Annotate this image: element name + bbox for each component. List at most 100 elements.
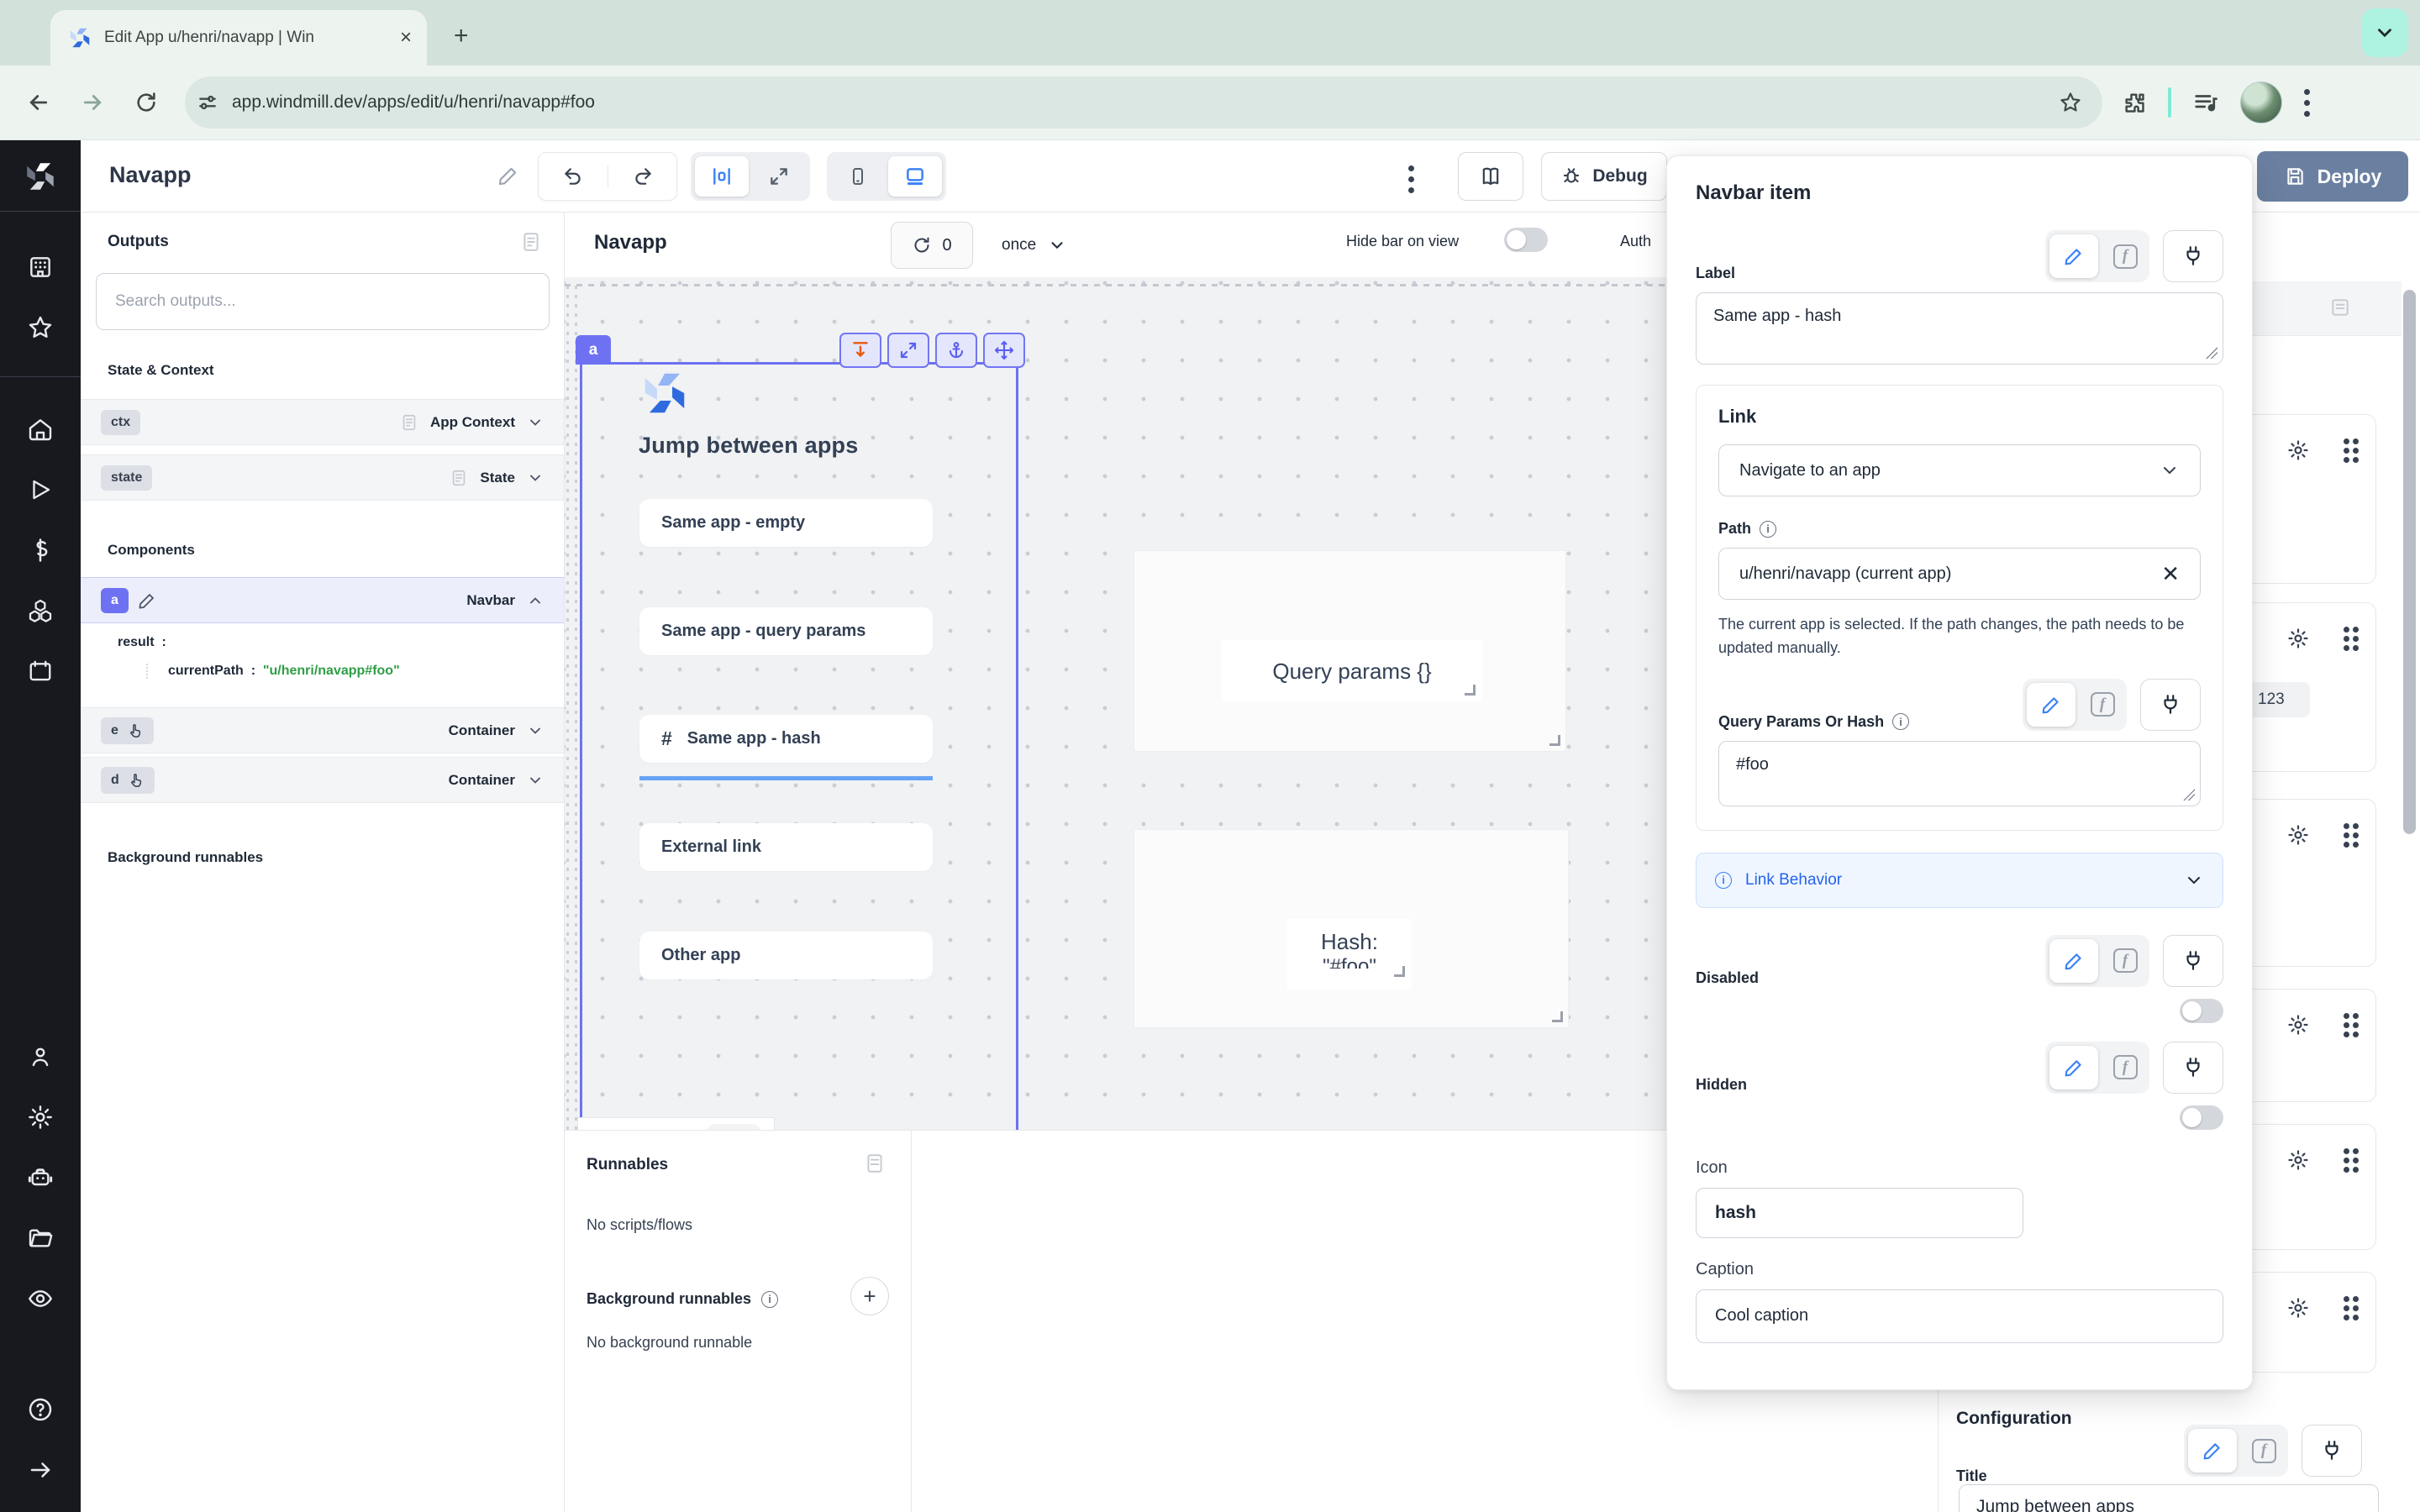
state-row[interactable]: state State [81,454,564,501]
query-params-container[interactable]: Query params {} [1134,550,1566,752]
static-editor-button[interactable] [2049,939,2098,983]
link-behavior-disclosure[interactable]: i Link Behavior [1696,853,2223,908]
container-e-row[interactable]: e Container [81,707,564,753]
resize-grip[interactable] [1465,685,1476,696]
forward-icon[interactable] [66,90,119,115]
redo-button[interactable] [608,165,676,187]
tab-search-chevron-button[interactable] [2361,8,2408,57]
nav-item-query-params[interactable]: Same app - query params [639,607,933,655]
gear-icon[interactable] [2286,1013,2310,1037]
qpoh-textarea[interactable]: #foo [1718,741,2201,806]
gear-icon[interactable] [2286,1148,2310,1172]
resize-grip[interactable] [2206,347,2217,359]
centered-layout-button[interactable] [695,156,749,197]
icon-input[interactable]: hash [1696,1188,2023,1238]
connect-plug-button[interactable] [2302,1425,2362,1477]
hide-bar-toggle[interactable] [1504,228,1548,252]
zoom-in-button[interactable]: + [707,1124,760,1130]
expression-editor-button[interactable]: f [2082,685,2123,725]
back-icon[interactable] [12,90,66,115]
media-playlist-icon[interactable] [2193,90,2218,115]
expression-editor-button[interactable]: f [2105,1047,2145,1088]
connect-plug-button[interactable] [2163,230,2223,282]
url-text[interactable]: app.windmill.dev/apps/edit/u/henri/navap… [232,92,2045,113]
docs-button[interactable] [1458,152,1523,201]
browser-menu-icon[interactable] [2304,84,2311,122]
resize-grip[interactable] [1394,966,1405,977]
new-tab-button[interactable]: + [454,22,469,50]
sidebar-expand-icon[interactable] [0,1440,81,1500]
info-icon[interactable]: i [1760,521,1776,538]
expression-editor-button[interactable]: f [2105,941,2145,981]
expression-editor-button[interactable]: f [2244,1431,2284,1471]
desktop-view-button[interactable] [888,156,942,197]
toolbar-menu-icon[interactable] [1408,160,1415,198]
browser-tab[interactable]: Edit App u/henri/navapp | Win × [50,10,427,66]
container-d-row[interactable]: d Container [81,757,564,803]
sidebar-item-favorites[interactable] [0,297,81,358]
link-type-select[interactable]: Navigate to an app [1718,444,2201,496]
nav-item-other-app[interactable]: Other app [639,932,933,979]
windmill-logo[interactable] [23,159,58,194]
panel-doc-icon[interactable] [520,231,542,253]
anchor-icon[interactable] [935,333,977,368]
nav-item-hash[interactable]: # Same app - hash [639,715,933,763]
debug-button[interactable]: Debug [1541,152,1667,201]
undo-button[interactable] [539,165,608,187]
edit-pencil-icon[interactable] [137,591,157,611]
hash-container[interactable]: Hash: "#foo" [1134,829,1569,1028]
chevron-down-icon[interactable] [527,722,544,739]
sidebar-item-home[interactable] [0,399,81,459]
tab-close-icon[interactable]: × [400,28,412,48]
add-background-runnable-button[interactable]: + [850,1277,889,1315]
gear-icon[interactable] [2286,823,2310,847]
fullscreen-icon[interactable] [887,333,929,368]
sidebar-item-resources[interactable] [0,580,81,641]
hidden-toggle[interactable] [2180,1105,2223,1130]
nav-item-external[interactable]: External link [639,823,933,871]
chevron-down-icon[interactable] [527,414,544,431]
reload-icon[interactable] [119,91,173,114]
refresh-mode-select[interactable]: once [992,222,1076,269]
caption-input[interactable]: Cool caption [1696,1289,2223,1343]
sidebar-item-workers[interactable] [0,1147,81,1208]
connect-plug-button[interactable] [2163,935,2223,987]
navbar-component-row[interactable]: a Navbar [81,577,564,623]
chevron-up-icon[interactable] [527,592,544,609]
label-textarea[interactable]: Same app - hash [1696,292,2223,365]
chevron-down-icon[interactable] [527,772,544,789]
static-editor-button[interactable] [2027,683,2075,727]
resize-grip[interactable] [1549,735,1560,746]
sidebar-item-settings[interactable] [0,1087,81,1147]
panel-doc-icon[interactable] [2329,297,2351,318]
sidebar-item-workspace[interactable] [0,237,81,297]
drag-handle-icon[interactable] [2344,1148,2359,1173]
sidebar-item-folders[interactable] [0,1208,81,1268]
sidebar-item-runs[interactable] [0,459,81,520]
profile-avatar[interactable] [2240,81,2282,123]
bookmark-star-icon[interactable] [2059,91,2082,114]
info-icon[interactable]: i [1892,713,1909,730]
result-tree[interactable]: result : currentPath : "u/henri/navapp#f… [81,635,564,679]
static-editor-button[interactable] [2049,234,2098,278]
fullscreen-layout-button[interactable] [752,156,806,197]
refresh-button[interactable]: 0 [891,222,973,269]
sidebar-item-schedules[interactable] [0,641,81,701]
mobile-view-button[interactable] [831,156,885,197]
expression-editor-button[interactable]: f [2105,236,2145,276]
drag-handle-icon[interactable] [2344,438,2359,463]
ctx-row[interactable]: ctx App Context [81,399,564,445]
drag-handle-icon[interactable] [2344,1296,2359,1320]
gear-icon[interactable] [2286,438,2310,462]
disabled-toggle[interactable] [2180,999,2223,1023]
static-editor-button[interactable] [2188,1429,2237,1473]
search-outputs-input[interactable]: Search outputs... [96,273,550,330]
path-input[interactable]: u/henri/navapp (current app) ✕ [1718,548,2201,600]
drag-handle-icon[interactable] [2344,823,2359,848]
resize-grip[interactable] [2183,789,2195,801]
expand-down-icon[interactable] [839,333,881,368]
sidebar-item-help[interactable] [0,1379,81,1440]
title-input[interactable]: Jump between apps [1959,1484,2379,1512]
drag-handle-icon[interactable] [2344,1013,2359,1037]
static-editor-button[interactable] [2049,1046,2098,1089]
